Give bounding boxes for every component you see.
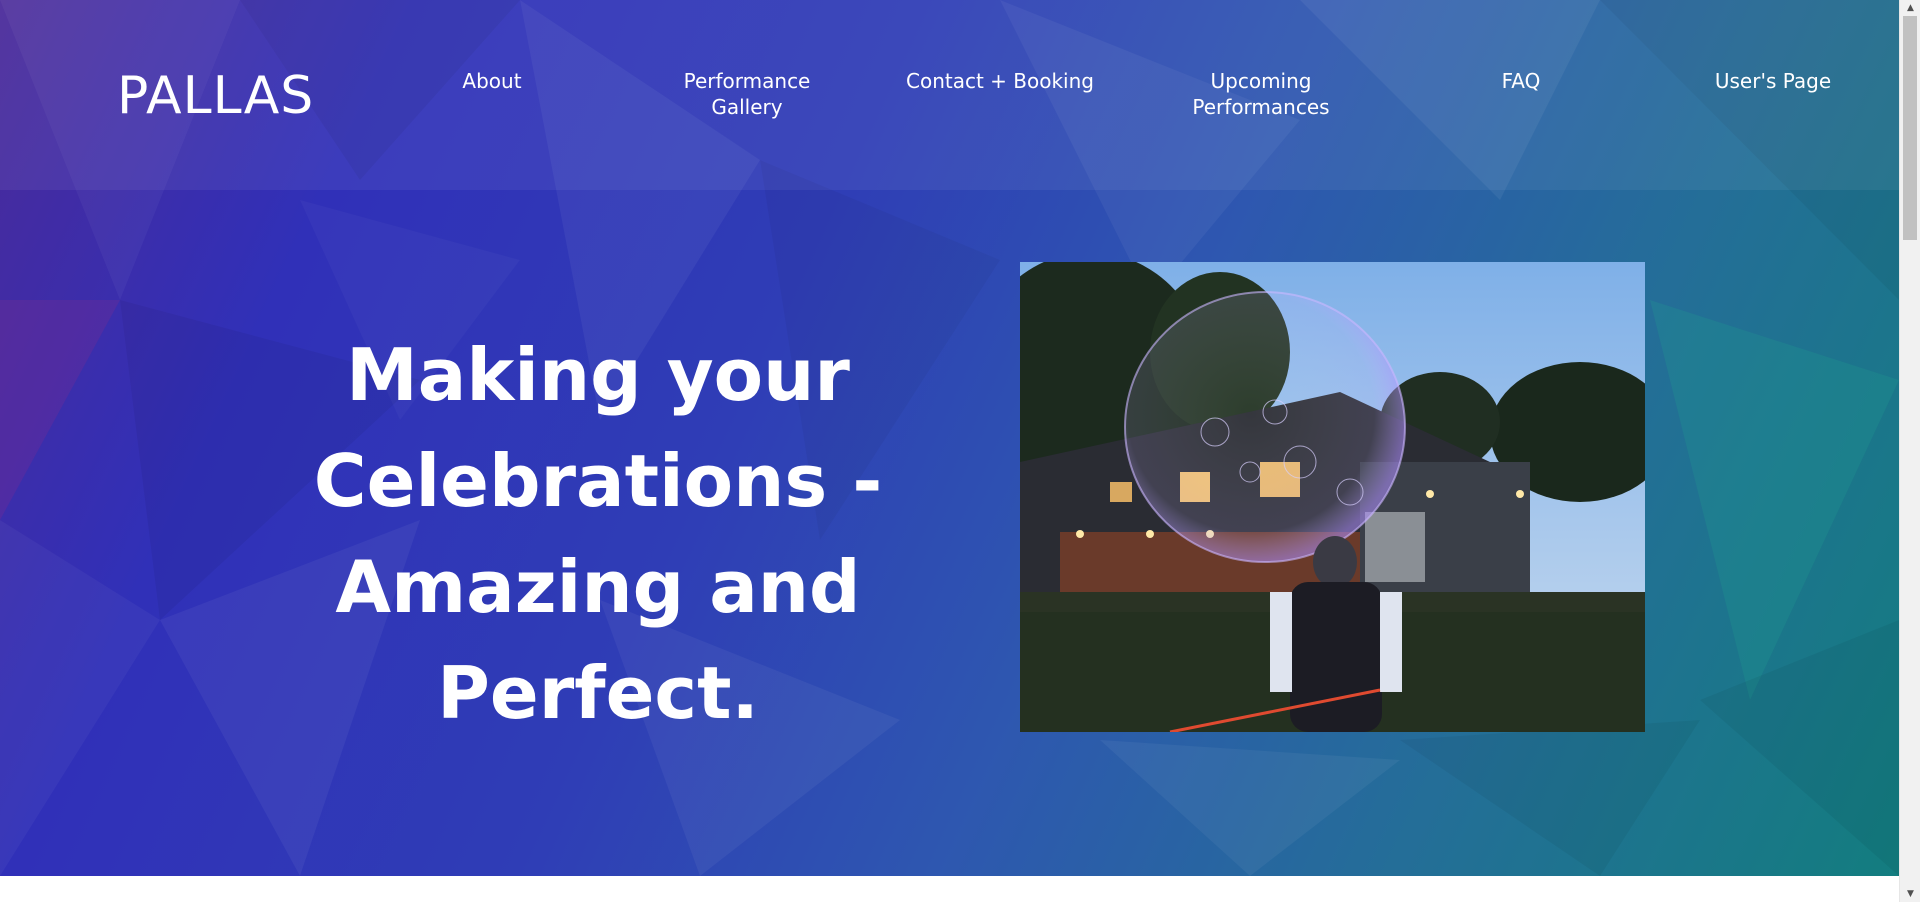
bubble-performance-photo [1020,262,1645,732]
nav-contact-booking[interactable]: Contact + Booking [900,68,1100,94]
triangle-down-icon[interactable]: ▼ [1900,886,1920,902]
page: PALLAS About Performance Gallery Contact… [0,0,1920,902]
nav-about[interactable]: About [392,68,592,94]
triangle-up-icon[interactable]: ▲ [1900,0,1920,16]
site-logo[interactable]: PALLAS [117,70,314,122]
hero-section: PALLAS About Performance Gallery Contact… [0,0,1899,876]
nav-performance-gallery[interactable]: Performance Gallery [647,68,847,120]
scrollbar-thumb[interactable] [1903,16,1917,240]
nav-faq[interactable]: FAQ [1421,68,1621,94]
hero-headline: Making your Celebrations - Amazing and P… [313,333,883,735]
page-scrollbar[interactable]: ▲ ▼ [1899,0,1920,902]
nav-users-page[interactable]: User's Page [1673,68,1873,94]
nav-upcoming-performances[interactable]: Upcoming Performances [1161,68,1361,120]
